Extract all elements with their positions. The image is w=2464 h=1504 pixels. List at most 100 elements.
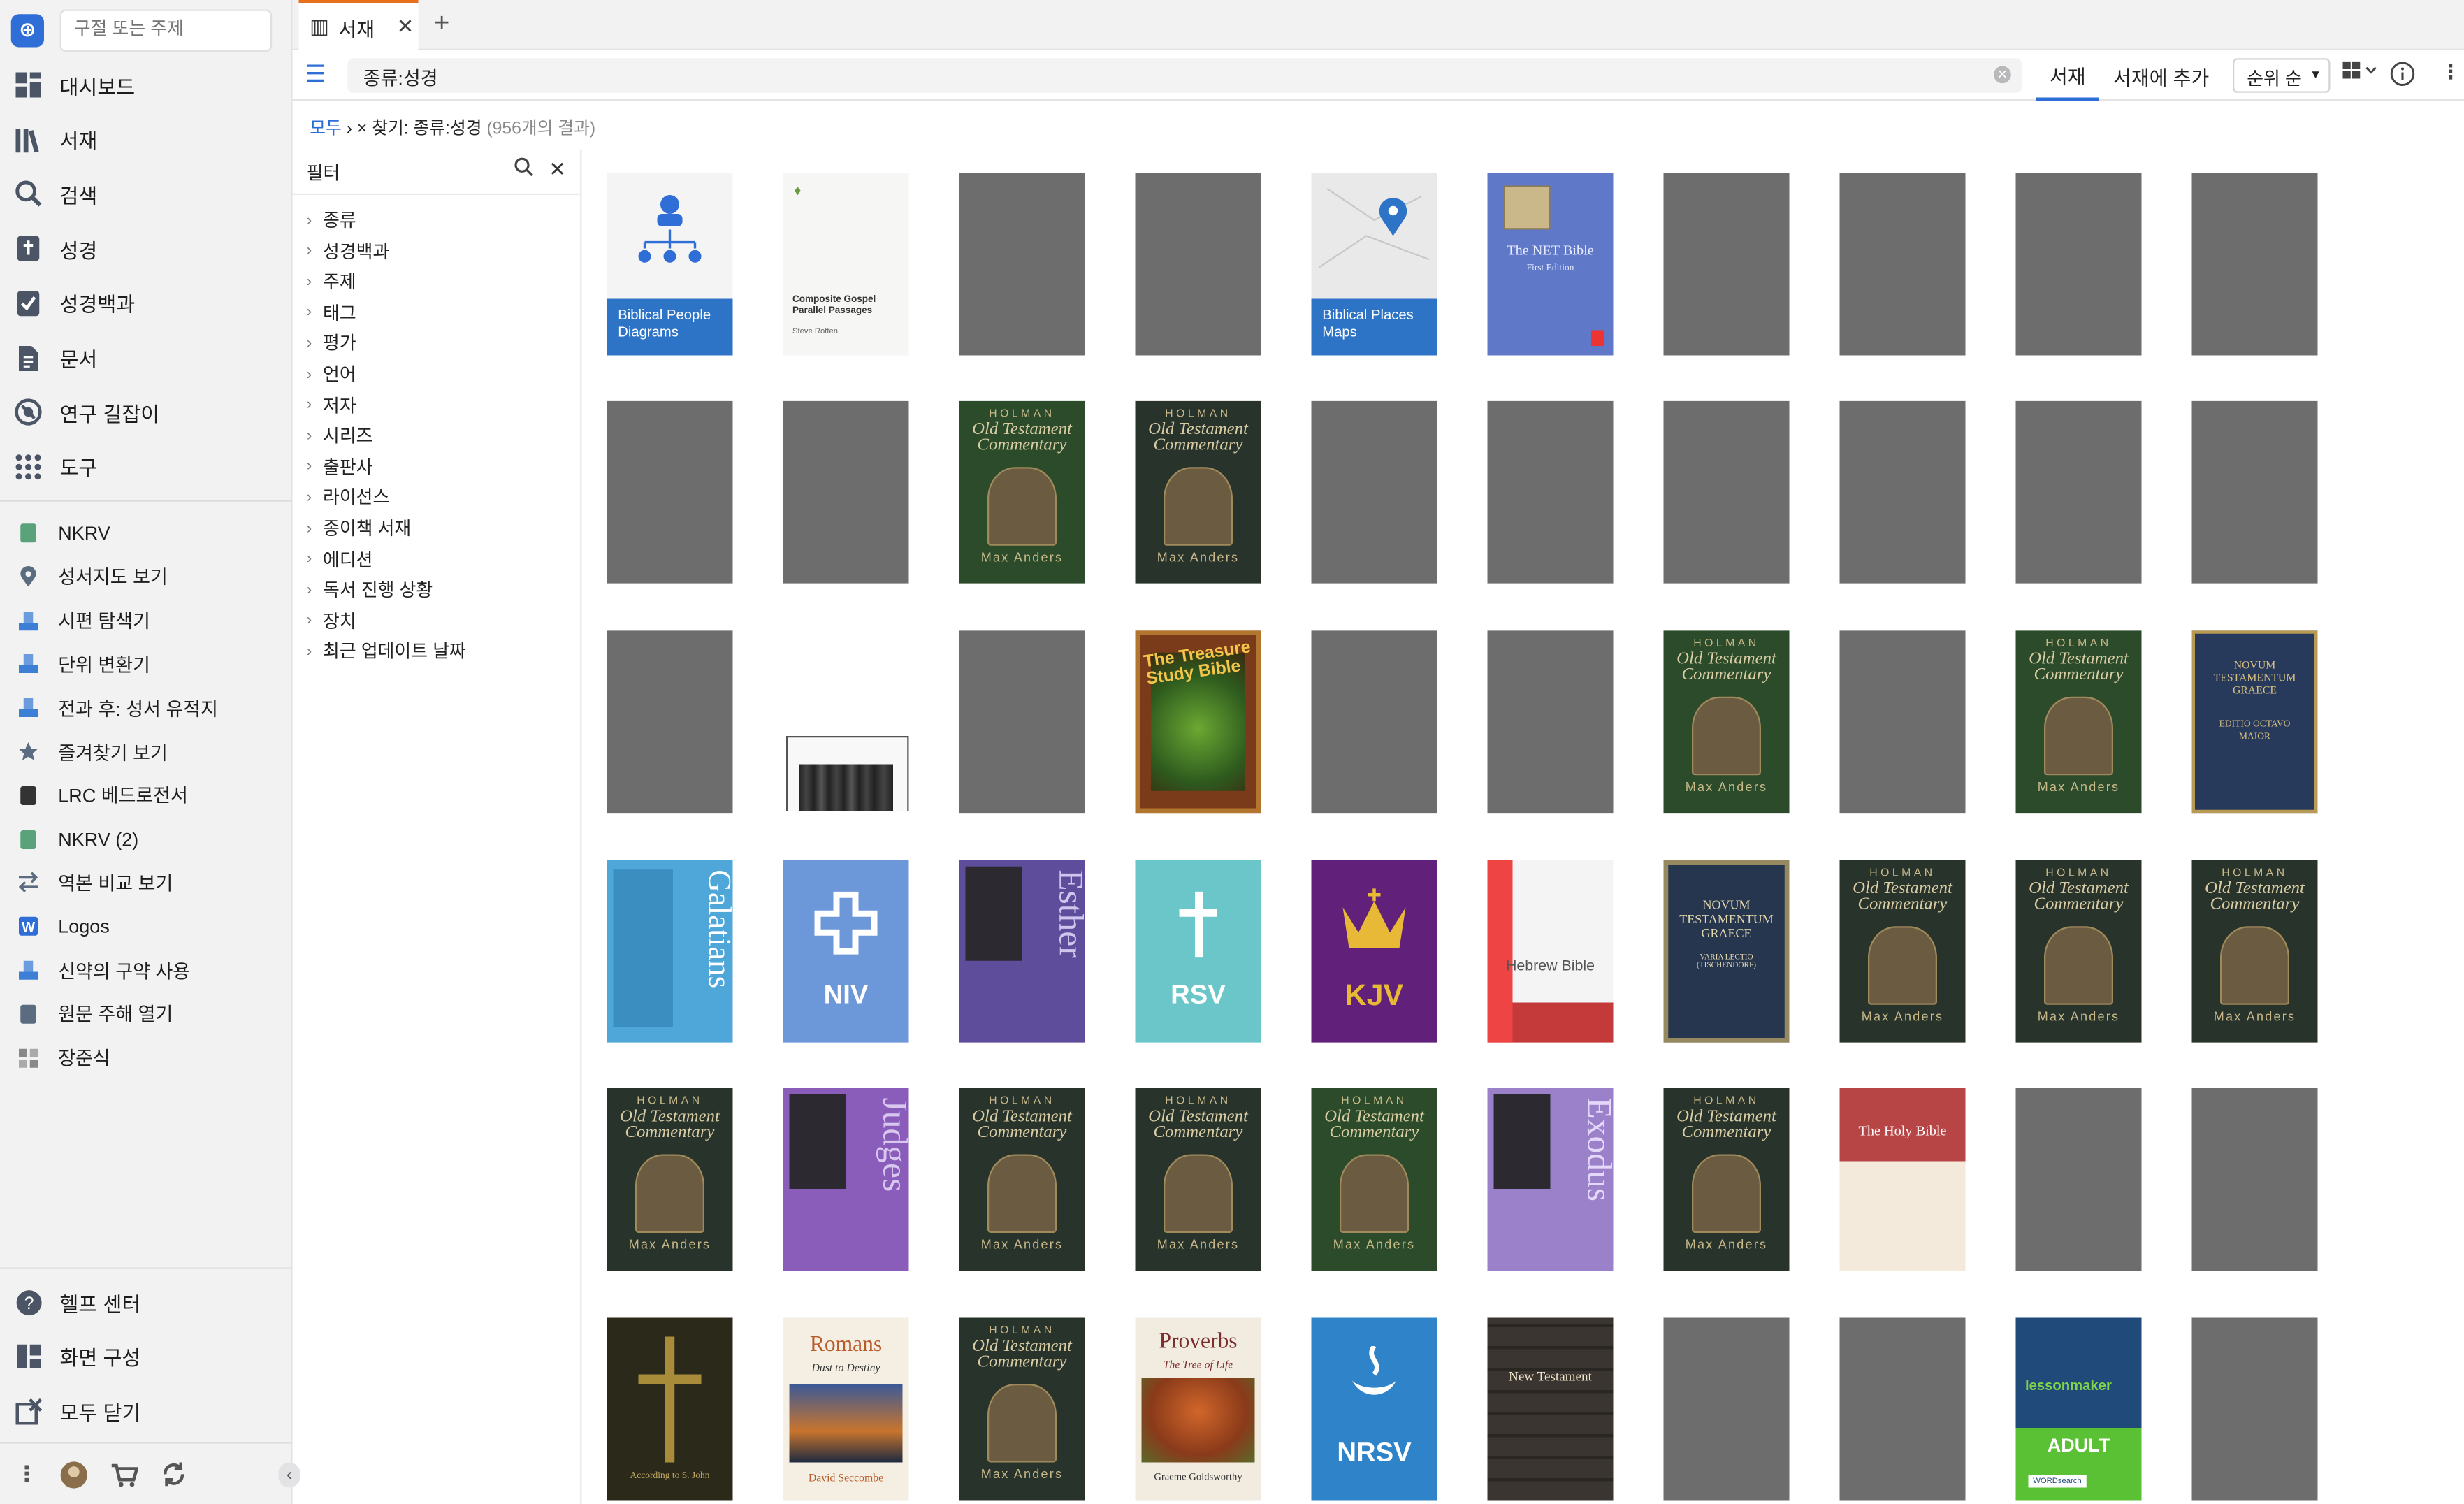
book-cover[interactable]: NRSV bbox=[1311, 1317, 1437, 1501]
book-cover[interactable]: Biblical Places Maps bbox=[1311, 173, 1437, 356]
breadcrumb-all[interactable]: 모두 bbox=[310, 120, 342, 138]
book-cover[interactable]: HOLMAN Old Testament Commentary Max Anders bbox=[1663, 630, 1790, 814]
book-cover[interactable]: 성경 속 모든 전투 bbox=[1311, 400, 1437, 584]
book-cover[interactable]: HOLMAN Old Testament Commentary Max Anders bbox=[959, 400, 1085, 584]
sync-icon[interactable] bbox=[161, 1461, 187, 1487]
book-cover[interactable]: All the Miracles in the Bible bbox=[1311, 630, 1437, 814]
book-cover[interactable]: HOLMAN Old Testament Commentary Max Anders bbox=[959, 1088, 1085, 1271]
book-cover[interactable]: NIV bbox=[783, 860, 909, 1043]
book-cover[interactable]: 성경 속 모든 살인 bbox=[1839, 1317, 1966, 1501]
shortcut-item[interactable]: NKRV bbox=[0, 511, 293, 555]
shortcut-item[interactable]: 전과 후: 성서 유적지 bbox=[0, 686, 293, 730]
book-cover[interactable]: All the Oaths and Vows in the Bible bbox=[1487, 400, 1614, 584]
sidebar-item-tools[interactable]: 도구 bbox=[0, 440, 293, 494]
book-cover[interactable]: The NET Bible First Edition bbox=[1487, 173, 1614, 356]
info-icon[interactable] bbox=[2390, 62, 2415, 92]
sidebar-item-guide[interactable]: 연구 길잡이 bbox=[0, 386, 293, 440]
sidebar-item-library[interactable]: 서재 bbox=[0, 113, 293, 166]
clear-query-icon[interactable]: ✕ bbox=[1994, 66, 2011, 84]
book-cover[interactable]: HOLMAN Old Testament Commentary Max Anders bbox=[607, 1088, 733, 1271]
book-cover[interactable]: All the Fasts in the Bible bbox=[1839, 173, 1966, 356]
book-cover[interactable]: All the Prayers in the Bible bbox=[2015, 400, 2142, 584]
shortcut-item[interactable]: W Logos bbox=[0, 904, 293, 948]
book-cover[interactable]: Romans Dust to Destiny David Seccombe bbox=[783, 1317, 909, 1501]
book-cover[interactable]: ♦ Composite Gospel Parallel Passages Steve… bbox=[783, 173, 909, 356]
book-cover[interactable]: 성경 속 모든 기근 bbox=[1663, 1317, 1790, 1501]
book-cover[interactable]: New Testament bbox=[1487, 1317, 1614, 1501]
filter-item[interactable]: › 장치 bbox=[307, 607, 356, 635]
book-cover[interactable]: Galatians bbox=[607, 860, 733, 1043]
book-cover[interactable]: All the Turning Points in the Bible bbox=[1135, 173, 1261, 356]
filter-item[interactable]: › 독서 진행 상황 bbox=[307, 576, 433, 605]
book-cover[interactable]: All the Marriages in the Bible bbox=[2191, 173, 2318, 356]
more-options-icon[interactable]: ⋮ bbox=[2440, 60, 2461, 85]
book-cover[interactable]: Judges bbox=[783, 1088, 909, 1271]
shortcut-item[interactable]: 원문 주해 열기 bbox=[0, 992, 293, 1036]
book-cover[interactable]: 성경 속 모든 노래 bbox=[2015, 1088, 2142, 1271]
book-cover[interactable]: KJV bbox=[1311, 860, 1437, 1043]
book-cover[interactable]: According to S. John bbox=[607, 1317, 733, 1501]
filter-item[interactable]: › 저자 bbox=[307, 391, 356, 419]
book-cover[interactable]: Messianic Prophecy in the Bible bbox=[1839, 630, 1966, 814]
logos-app-icon[interactable]: ⊕ bbox=[10, 13, 44, 47]
book-cover[interactable]: All the Famines in the Bible bbox=[1663, 173, 1790, 356]
close-all-button[interactable]: 모두 닫기 bbox=[0, 1384, 293, 1438]
book-cover[interactable]: HOLMAN Old Testament Commentary Max Anders bbox=[2015, 630, 2142, 814]
book-cover[interactable]: The Treasure Study Bible bbox=[1135, 630, 1261, 814]
shortcut-item[interactable]: 즐겨찾기 보기 bbox=[0, 730, 293, 774]
book-cover[interactable]: HOLMAN Old Testament Commentary Max Anders bbox=[959, 1317, 1085, 1501]
book-cover[interactable]: Wordplay in the Bible bbox=[783, 400, 909, 584]
tab-add-to-library[interactable]: 서재에 추가 bbox=[2113, 50, 2209, 101]
book-cover[interactable]: HOLMAN Old Testament Commentary Max Anders bbox=[1135, 1088, 1261, 1271]
new-tab-button[interactable]: + bbox=[434, 8, 449, 39]
avatar[interactable] bbox=[60, 1460, 89, 1489]
filter-item[interactable]: › 언어 bbox=[307, 360, 356, 389]
remove-filter-icon[interactable]: × bbox=[357, 120, 367, 138]
book-cover[interactable]: All the Burials in the Bible bbox=[2191, 400, 2318, 584]
book-cover[interactable]: 성경 속 모든 맹세와 서원 bbox=[2191, 1317, 2318, 1501]
book-cover[interactable]: HOLMAN Old Testament Commentary Max Anders bbox=[1839, 860, 1966, 1043]
cart-icon[interactable] bbox=[110, 1461, 138, 1487]
book-cover[interactable] bbox=[783, 682, 909, 811]
filter-item[interactable]: › 최근 업데이트 날짜 bbox=[307, 637, 466, 666]
book-cover[interactable]: The Holy Bible bbox=[1839, 1088, 1966, 1271]
filter-item[interactable]: › 에디션 bbox=[307, 545, 373, 574]
grid-view-icon[interactable] bbox=[2342, 61, 2378, 88]
shortcut-item[interactable]: 성서지도 보기 bbox=[0, 555, 293, 599]
library-search-input[interactable]: 종류:성경 ✕ bbox=[347, 58, 2022, 93]
shortcut-item[interactable]: 신약의 구약 사용 bbox=[0, 948, 293, 992]
shortcut-item[interactable]: NKRV (2) bbox=[0, 817, 293, 861]
filter-item[interactable]: › 종이책 서재 bbox=[307, 514, 412, 543]
book-cover[interactable]: All the Covenants in the Bible bbox=[1839, 400, 1966, 584]
book-cover[interactable]: 성경 속 모든 금식 bbox=[2191, 1088, 2318, 1271]
book-cover[interactable]: HOLMAN Old Testament Commentary Max Anders bbox=[2015, 860, 2142, 1043]
search-icon[interactable] bbox=[514, 157, 533, 181]
book-cover[interactable]: All the Songs in the Bible bbox=[607, 400, 733, 584]
filter-item[interactable]: › 평가 bbox=[307, 329, 356, 358]
book-cover[interactable]: Exodus bbox=[1487, 1088, 1614, 1271]
book-cover[interactable]: Esther bbox=[959, 860, 1085, 1043]
book-cover[interactable]: Hebrew Bible bbox=[1487, 860, 1614, 1043]
book-cover[interactable]: Proverbs The Tree of Life Graeme Goldswort… bbox=[1135, 1317, 1261, 1501]
book-cover[interactable]: NOVUM TESTAMENTUM GRAECE VARIA LECTIO (TI… bbox=[1663, 860, 1790, 1043]
filter-item[interactable]: › 라이선스 bbox=[307, 484, 390, 512]
tab-library[interactable]: ▥ 서재 ✕ bbox=[298, 0, 419, 50]
shortcut-item[interactable]: 시편 탐색기 bbox=[0, 598, 293, 642]
layout-button[interactable]: 화면 구성 bbox=[0, 1329, 293, 1382]
sidebar-item-document[interactable]: 문서 bbox=[0, 331, 293, 385]
sidebar-item-bible[interactable]: 성경 bbox=[0, 222, 293, 275]
book-cover[interactable]: HOLMAN Old Testament Commentary Max Anders bbox=[2191, 860, 2318, 1043]
sidebar-item-search[interactable]: 검색 bbox=[0, 167, 293, 221]
close-filter-icon[interactable]: ✕ bbox=[549, 157, 566, 182]
global-search-input[interactable] bbox=[59, 8, 273, 52]
filter-item[interactable]: › 태그 bbox=[307, 298, 356, 327]
tab-library-view[interactable]: 서재 bbox=[2036, 50, 2099, 101]
menu-icon[interactable]: ☰ bbox=[305, 62, 332, 89]
shortcut-item[interactable]: 역본 비교 보기 bbox=[0, 861, 293, 905]
shortcut-item[interactable]: 장준식 bbox=[0, 1036, 293, 1080]
filter-item[interactable]: › 출판사 bbox=[307, 453, 373, 482]
filter-item[interactable]: › 종류 bbox=[307, 206, 356, 235]
book-cover[interactable]: RSV bbox=[1135, 860, 1261, 1043]
shortcut-item[interactable]: LRC 베드로전서 bbox=[0, 774, 293, 818]
sidebar-item-factbook[interactable]: 성경백과 bbox=[0, 277, 293, 331]
